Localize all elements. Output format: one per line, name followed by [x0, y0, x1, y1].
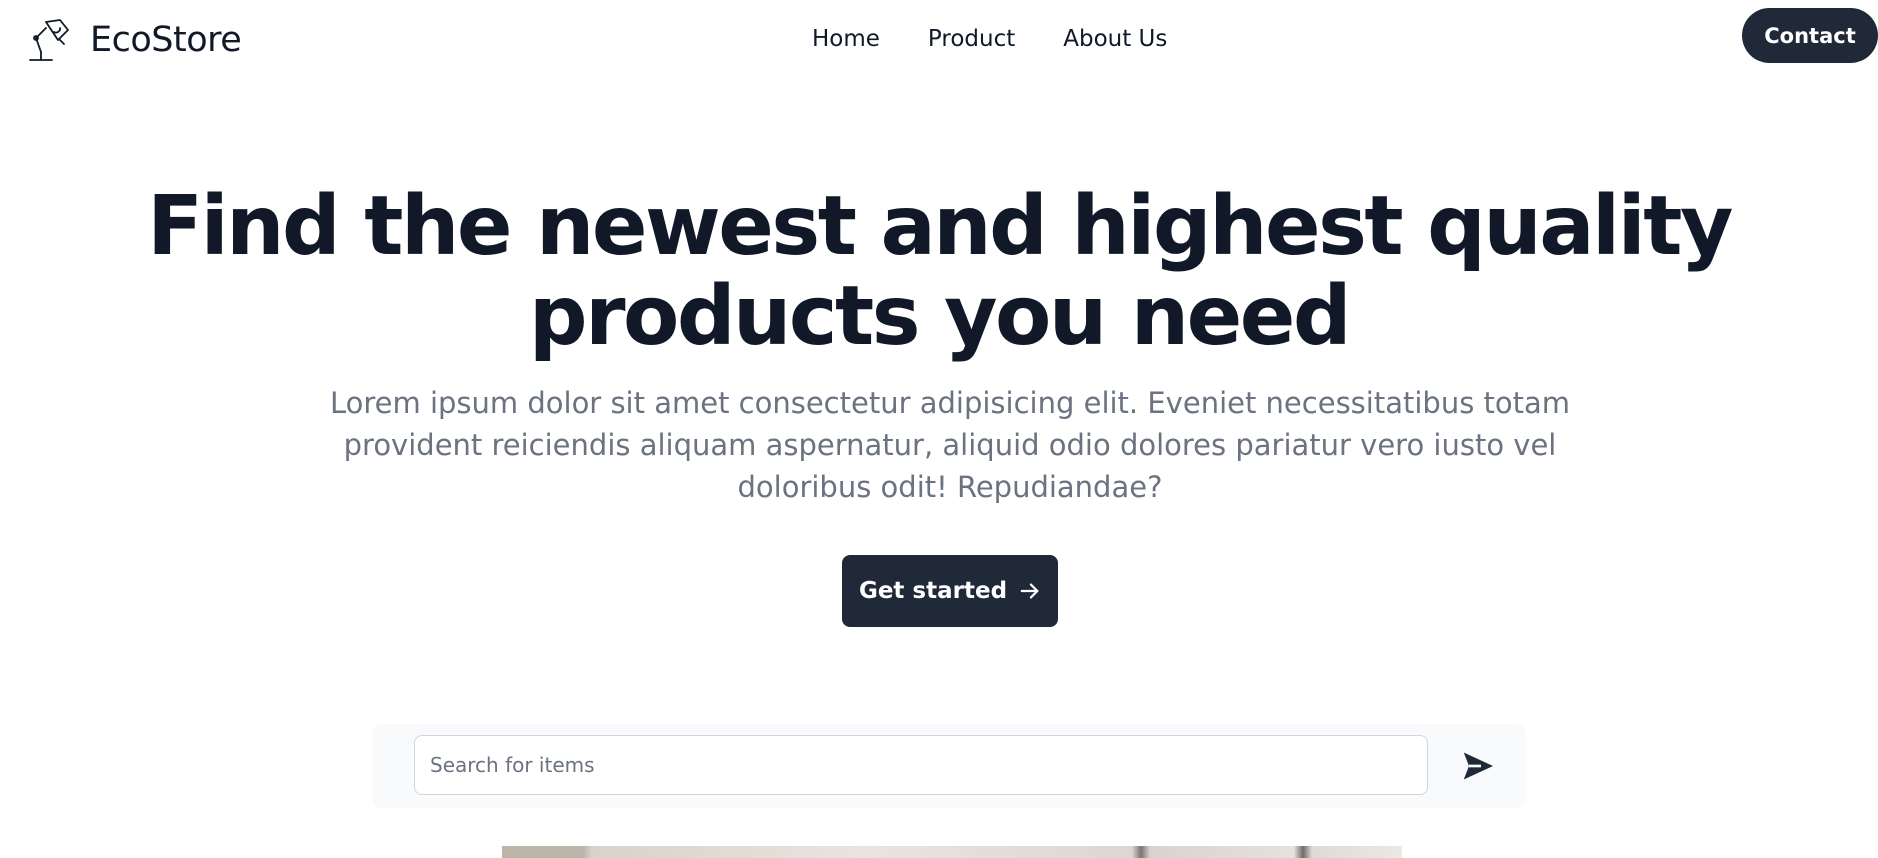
product-showcase-image [502, 846, 1402, 858]
hero-title-line-2: products you need [528, 269, 1352, 364]
nav-link-product[interactable]: Product [928, 26, 1015, 52]
get-started-button[interactable]: Get started [842, 555, 1058, 627]
hero-title: Find the newest and highest quality prod… [0, 182, 1878, 362]
landing-page: EcoStore Home Product About Us Contact F… [0, 0, 1878, 858]
desk-lamp-icon [29, 19, 69, 61]
contact-button[interactable]: Contact [1742, 8, 1878, 63]
hero-title-line-1: Find the newest and highest quality [147, 179, 1733, 274]
nav-link-home[interactable]: Home [812, 26, 880, 52]
arrow-right-icon [1020, 583, 1039, 599]
get-started-label: Get started [858, 578, 1008, 604]
hero-description: Lorem ipsum dolor sit amet consectetur a… [329, 386, 1571, 504]
brand-logo[interactable]: EcoStore [24, 16, 242, 64]
send-icon [1463, 752, 1493, 780]
brand-name: EcoStore [90, 20, 242, 60]
site-header: EcoStore Home Product About Us Contact [0, 0, 1878, 84]
search-submit-button[interactable] [1456, 744, 1500, 788]
nav-link-about-us[interactable]: About Us [1063, 26, 1167, 52]
search-bar [372, 724, 1526, 808]
main-nav: Home Product About Us [812, 26, 1167, 52]
search-input[interactable] [414, 735, 1428, 795]
